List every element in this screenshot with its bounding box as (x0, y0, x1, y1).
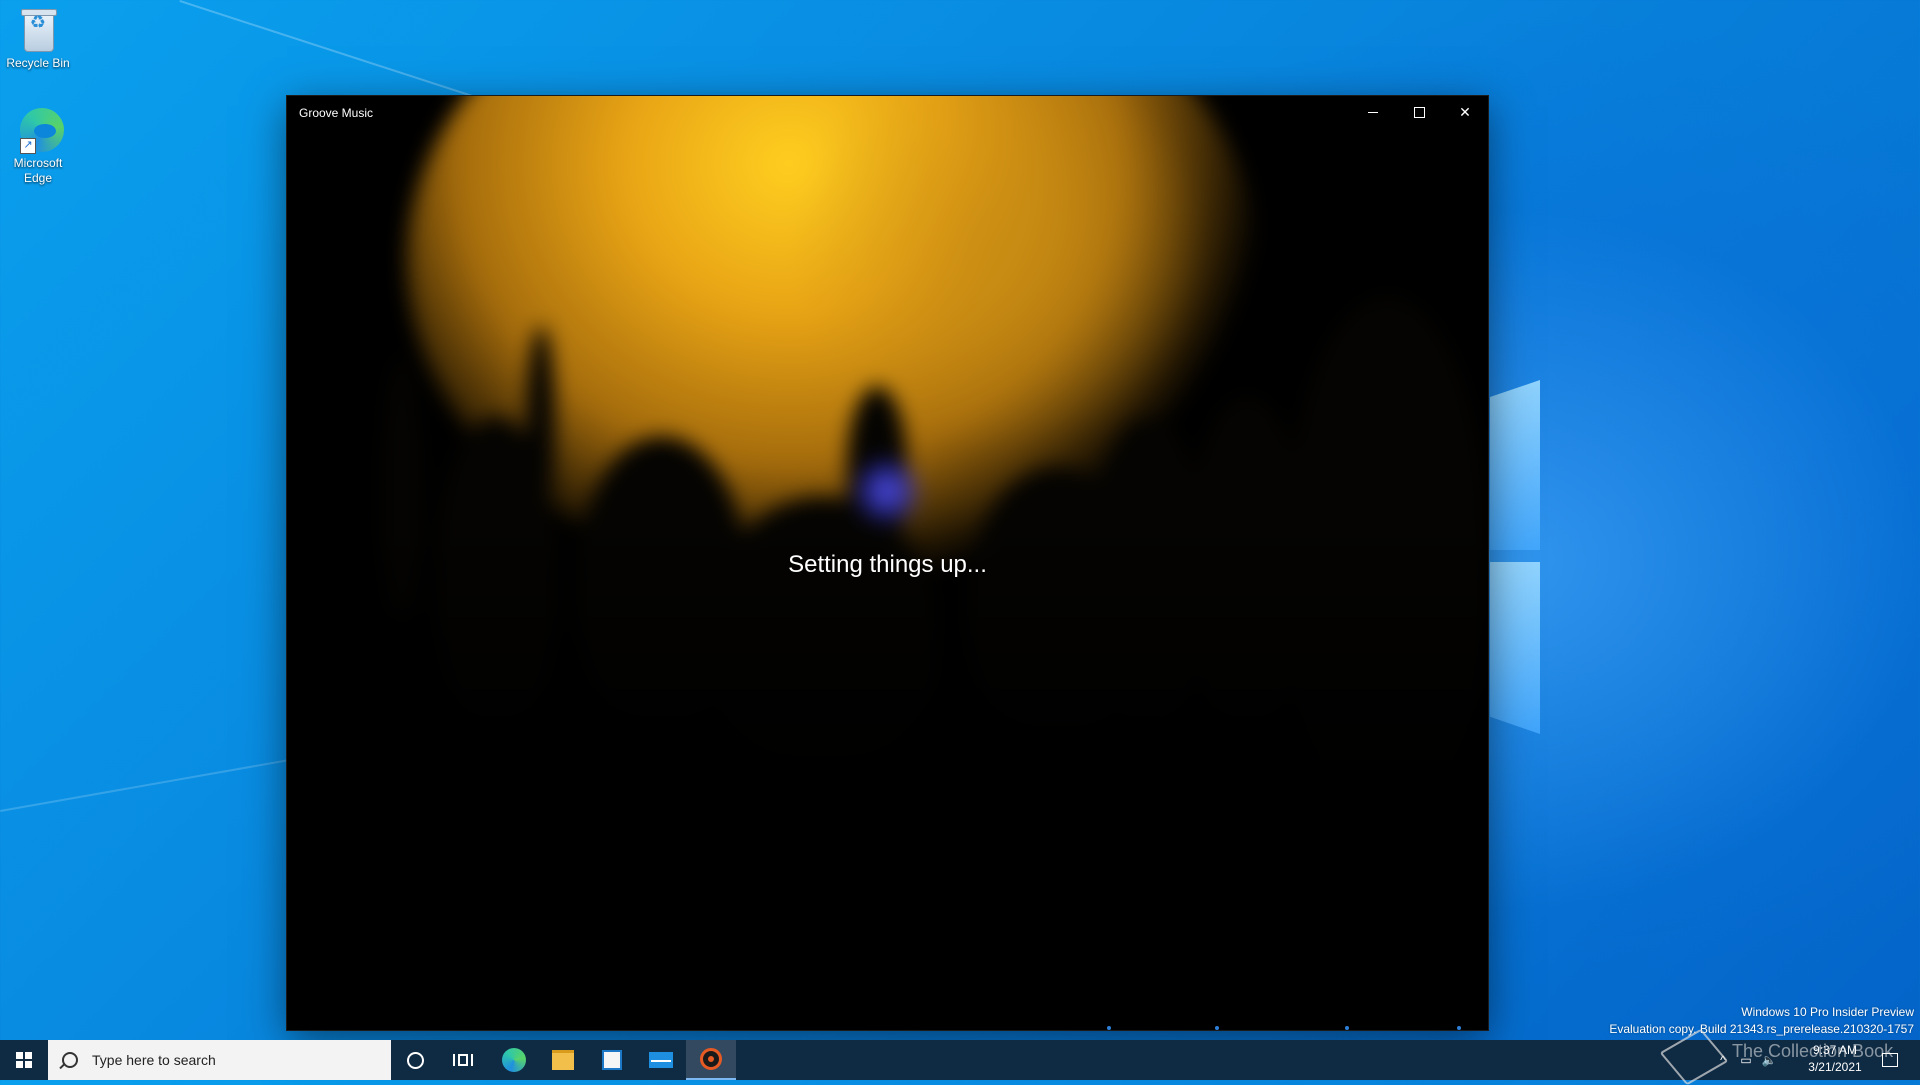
search-icon (62, 1052, 78, 1068)
taskbar: Type here to search ^ ▭ 🔈 9:37 AM 3/21/2… (0, 1040, 1920, 1080)
groove-music-window[interactable]: Groove Music ✕ Setting things up... (287, 96, 1488, 1030)
taskbar-search-box[interactable]: Type here to search (48, 1040, 391, 1080)
task-view-icon (453, 1054, 473, 1066)
cortana-icon (406, 1051, 424, 1069)
taskbar-app-groove-music[interactable] (686, 1040, 736, 1080)
file-explorer-icon (552, 1050, 574, 1070)
store-icon (602, 1050, 622, 1070)
watermark-build: Evaluation copy. Build 21343.rs_prerelea… (1609, 1022, 1914, 1036)
taskbar-app-mail[interactable] (636, 1040, 686, 1080)
shortcut-arrow-icon: ↗ (20, 138, 36, 154)
edge-icon (502, 1048, 526, 1072)
taskbar-app-store[interactable] (587, 1040, 637, 1080)
minimize-button[interactable] (1350, 96, 1396, 128)
windows-logo-wallpaper (1490, 380, 1540, 740)
groove-music-icon (700, 1048, 722, 1070)
taskbar-app-edge[interactable] (489, 1040, 539, 1080)
loading-progress-dots (287, 1026, 1488, 1030)
window-title-bar[interactable]: Groove Music ✕ (287, 96, 1488, 128)
desktop-icon-microsoft-edge[interactable]: ↗ Microsoft Edge (0, 106, 76, 186)
mail-icon (649, 1052, 673, 1068)
desktop-icon-label: Microsoft Edge (13, 156, 63, 185)
close-button[interactable]: ✕ (1442, 96, 1488, 128)
maximize-button[interactable] (1396, 96, 1442, 128)
task-view-button[interactable] (439, 1040, 487, 1080)
maximize-icon (1413, 106, 1425, 118)
cortana-button[interactable] (391, 1040, 439, 1080)
minimize-icon (1368, 111, 1378, 113)
collection-book-overlay: The Collection Book (1732, 1041, 1894, 1061)
search-placeholder: Type here to search (92, 1052, 216, 1068)
window-title: Groove Music (299, 106, 374, 120)
taskbar-app-file-explorer[interactable] (538, 1040, 588, 1080)
recycle-bin-icon: ♻ (14, 6, 62, 54)
setup-status-text: Setting things up... (788, 551, 987, 578)
windows-build-watermark: Windows 10 Pro Insider Preview Evaluatio… (1609, 1004, 1914, 1038)
watermark-edition: Windows 10 Pro Insider Preview (1741, 1005, 1914, 1019)
windows-start-icon (16, 1052, 32, 1068)
desktop-icon-recycle-bin[interactable]: ♻ Recycle Bin (0, 6, 76, 71)
desktop-icon-label: Recycle Bin (6, 56, 70, 70)
edge-icon: ↗ (14, 106, 64, 154)
close-icon: ✕ (1459, 103, 1471, 120)
start-button[interactable] (0, 1040, 48, 1080)
